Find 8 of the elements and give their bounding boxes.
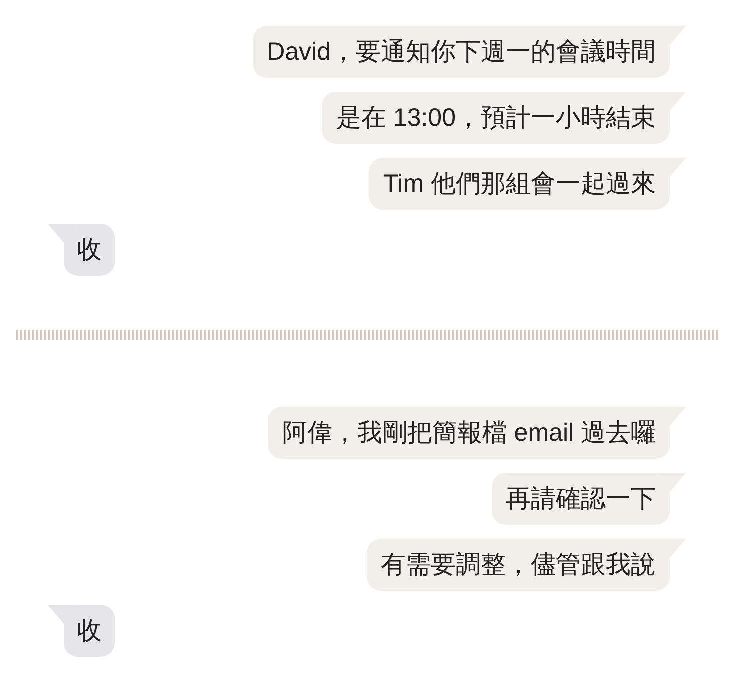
message-bubble: 收 (48, 224, 115, 276)
message-bubble: 阿偉，我剛把簡報檔 email 過去囉 (268, 407, 686, 459)
message-bubble: David，要通知你下週一的會議時間 (253, 26, 686, 78)
message-bubble: 有需要調整，儘管跟我說 (367, 539, 686, 591)
message-bubble: 再請確認一下 (492, 473, 686, 525)
message-bubble: 收 (48, 605, 115, 657)
message-bubble: 是在 13:00，預計一小時結束 (322, 92, 686, 144)
message-bubble: Tim 他們那組會一起過來 (369, 158, 686, 210)
